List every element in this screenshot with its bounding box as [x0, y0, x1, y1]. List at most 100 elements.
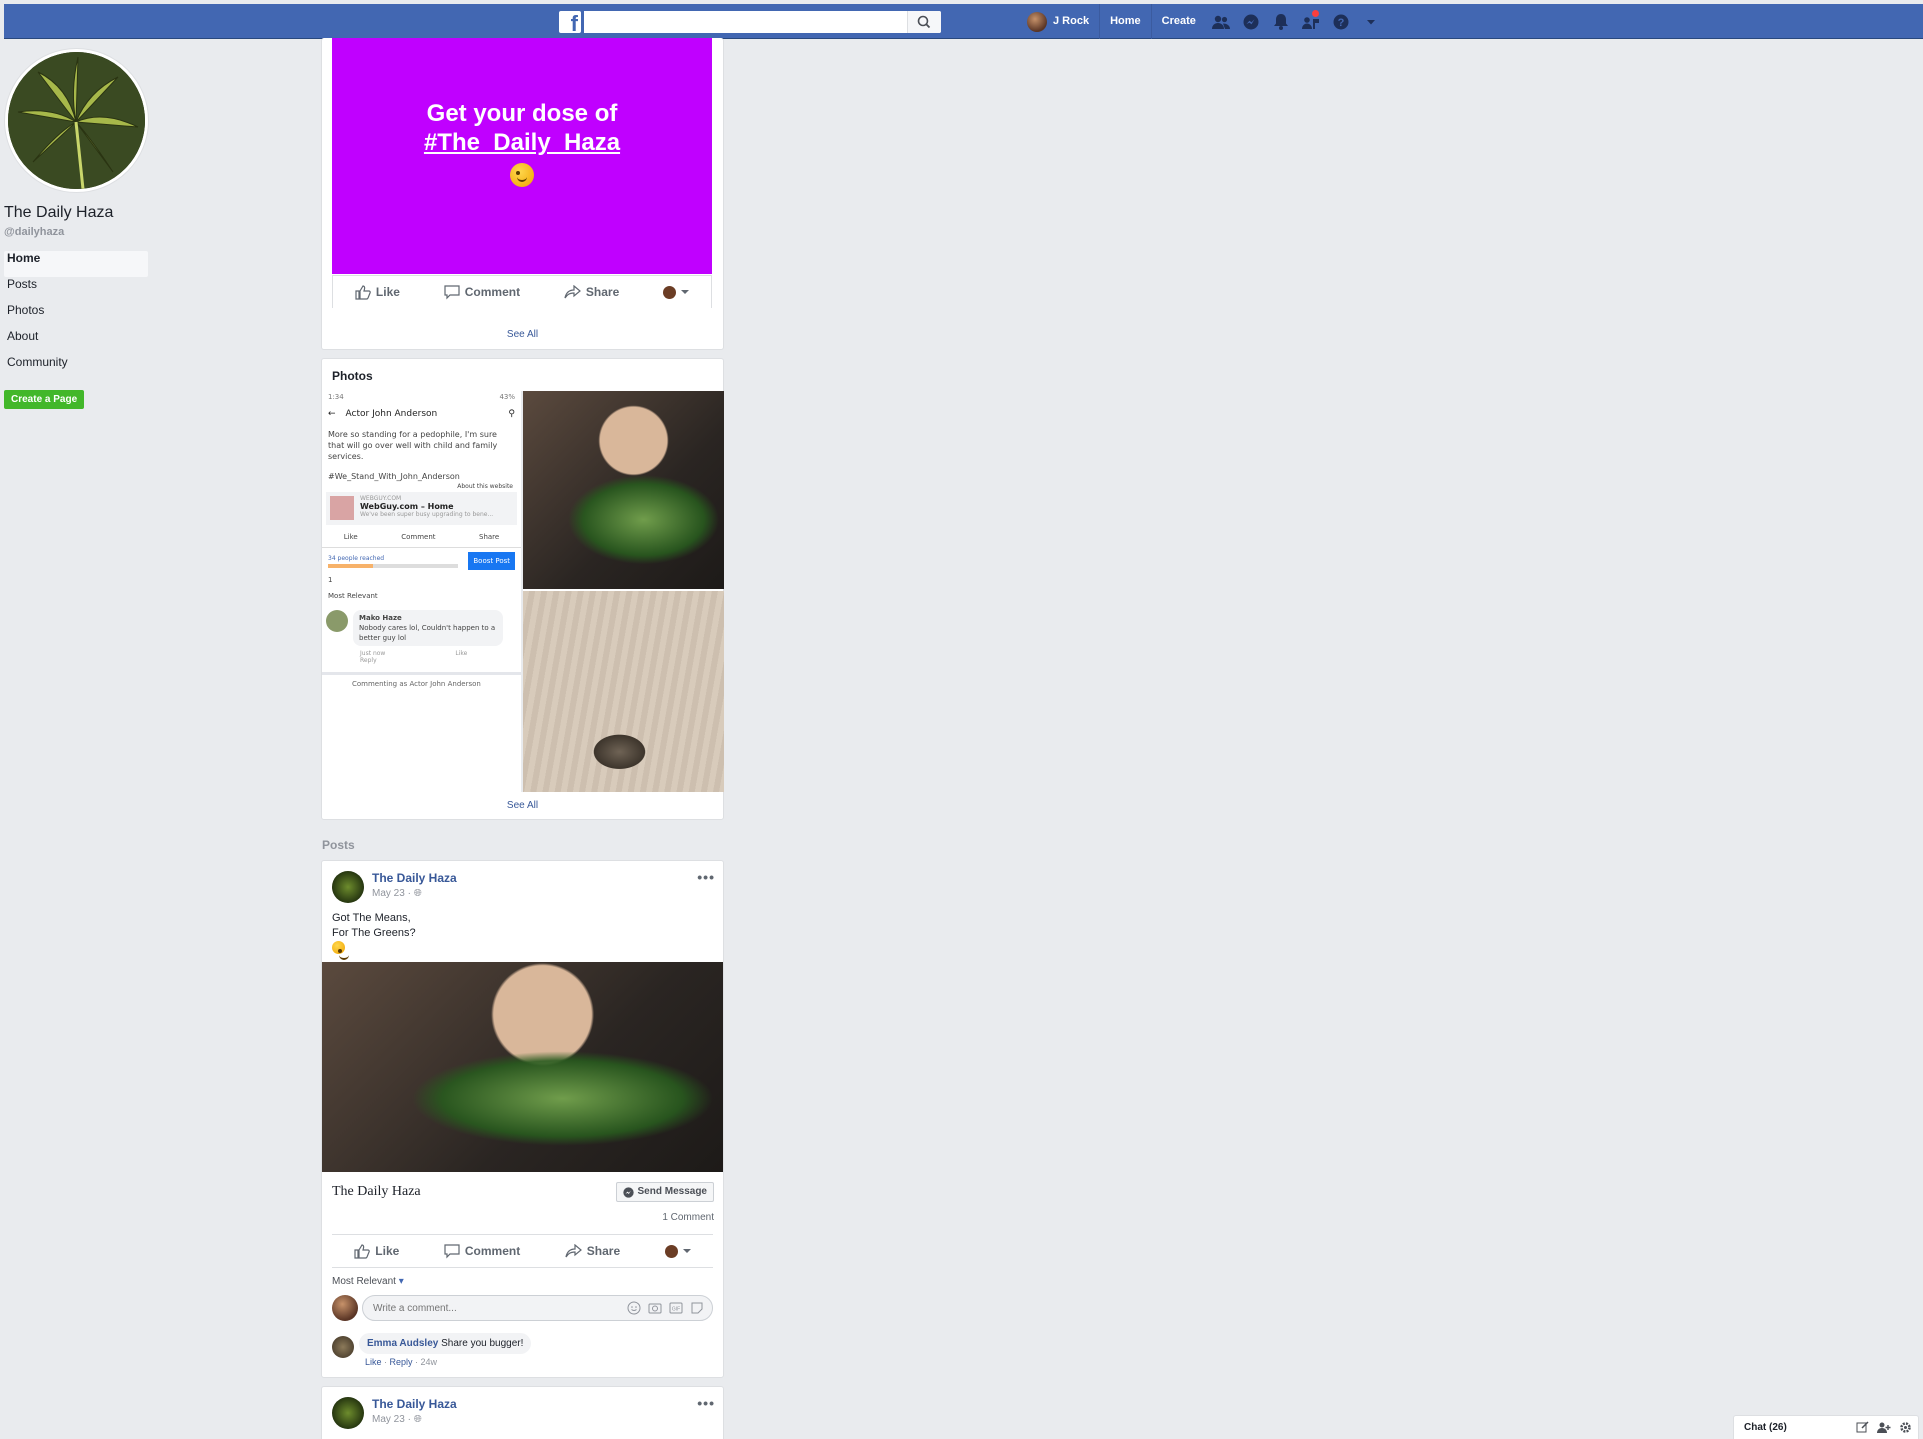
status-battery: 43%	[499, 393, 515, 401]
chat-label[interactable]: Chat (26)	[1744, 1422, 1787, 1433]
search-icon	[917, 15, 931, 29]
like-button[interactable]: Like	[355, 284, 400, 300]
comment-time[interactable]: 24w	[421, 1357, 438, 1367]
photos-see-all-link[interactable]: See All	[322, 800, 723, 811]
photos-card-title[interactable]: Photos	[332, 369, 373, 383]
caret-down-icon	[682, 1249, 691, 1253]
comment-button[interactable]: Comment	[444, 284, 521, 300]
post-options-button[interactable]: •••	[697, 1395, 715, 1411]
phone-link-preview: WEBGUY.COM WebGuy.com – Home We've been …	[326, 492, 517, 525]
post-header: The Daily Haza May 23 · 🌐︎	[332, 1397, 457, 1429]
send-message-button[interactable]: Send Message	[615, 1182, 714, 1202]
user-avatar[interactable]	[1027, 11, 1047, 32]
post-author-name[interactable]: The Daily Haza	[372, 1397, 457, 1411]
phone-like: Like	[343, 533, 358, 541]
post-link-title[interactable]: The Daily Haza	[332, 1184, 421, 1200]
post-text-line1: Got The Means,	[332, 912, 411, 924]
page-tools-button[interactable]	[1296, 4, 1326, 39]
account-menu-button[interactable]	[1356, 4, 1386, 39]
camera-icon[interactable]	[648, 1301, 662, 1315]
friends-icon	[1211, 15, 1230, 29]
page-sidebar-nav: Home Posts Photos About Community	[4, 251, 148, 381]
wink-emoji-icon	[510, 163, 534, 187]
post-action-bar: Like Comment Share	[332, 1234, 713, 1268]
bell-icon	[1273, 14, 1288, 30]
sidebar-item-home[interactable]: Home	[4, 251, 148, 277]
comment-bubble: Emma Audsley Share you bugger!	[359, 1333, 532, 1354]
post-as-selector[interactable]	[663, 285, 690, 299]
phone-boost-button: Boost Post	[468, 552, 515, 570]
sidebar-item-posts[interactable]: Posts	[4, 277, 148, 303]
create-link[interactable]: Create	[1152, 4, 1206, 39]
phone-about-website: About this website	[457, 483, 513, 490]
home-link[interactable]: Home	[1100, 4, 1152, 39]
post-author-avatar[interactable]	[332, 871, 364, 903]
like-button[interactable]: Like	[354, 1243, 399, 1259]
notifications-button[interactable]	[1266, 4, 1296, 39]
question-icon: ?	[1333, 14, 1349, 29]
sidebar-item-photos[interactable]: Photos	[4, 303, 148, 329]
most-relevant-dropdown[interactable]: Most Relevant ▾	[332, 1276, 404, 1287]
share-button[interactable]: Share	[565, 1244, 620, 1258]
comment-icon	[444, 284, 460, 299]
post-author-avatar[interactable]	[332, 1397, 364, 1429]
composer-avatar	[332, 1295, 358, 1321]
friend-requests-button[interactable]	[1206, 4, 1236, 39]
sidebar-item-community[interactable]: Community	[4, 355, 148, 381]
post-timestamp[interactable]: May 23 · 🌐︎	[372, 888, 457, 899]
create-page-button[interactable]: Create a Page	[4, 390, 85, 409]
commenter-name[interactable]: Emma Audsley	[367, 1338, 438, 1349]
phone-comment: Comment	[401, 533, 436, 541]
post-options-button[interactable]: •••	[697, 869, 715, 885]
see-all-link[interactable]: See All	[322, 329, 723, 340]
help-button[interactable]: ?	[1326, 4, 1356, 39]
comment-input[interactable]	[363, 1296, 603, 1320]
caret-down-icon: ▾	[398, 1276, 404, 1287]
post-as-selector[interactable]	[664, 1244, 691, 1258]
phone-hashtag: #We_Stand_With_John_Anderson	[328, 472, 460, 481]
promo-image[interactable]: Get your dose of #The_Daily_Haza	[332, 38, 712, 274]
page-username[interactable]: @dailyhaza	[4, 226, 64, 238]
gear-icon[interactable]	[1899, 1421, 1912, 1434]
globe-icon: 🌐︎	[413, 888, 422, 899]
facebook-logo-icon[interactable]: f	[559, 11, 581, 33]
new-group-icon[interactable]	[1877, 1421, 1891, 1434]
chat-bar[interactable]: Chat (26)	[1733, 1415, 1919, 1439]
commenter-avatar[interactable]	[332, 1336, 354, 1358]
sticker-icon[interactable]	[690, 1301, 704, 1315]
promo-hashtag-link[interactable]: #The_Daily_Haza	[332, 129, 712, 157]
comment-count[interactable]: 1 Comment	[662, 1212, 714, 1223]
caret-down-icon	[1366, 19, 1375, 24]
post-author-name[interactable]: The Daily Haza	[372, 871, 457, 885]
phone-page-header: ← Actor John Anderson ⚲	[322, 403, 521, 425]
profile-link[interactable]: J Rock	[1053, 4, 1101, 39]
comment-label: Comment	[464, 1244, 521, 1258]
messenger-icon	[1243, 14, 1259, 29]
search-input[interactable]	[584, 11, 904, 33]
photo-thumbnail-weed-bag[interactable]	[523, 391, 724, 589]
comment-reply-link[interactable]: Reply	[390, 1357, 413, 1367]
phone-comment-reply: Reply	[360, 657, 377, 664]
comment-label: Comment	[464, 285, 521, 299]
sidebar-item-about[interactable]: About	[4, 329, 148, 355]
messenger-icon	[622, 1186, 634, 1198]
page-profile-picture[interactable]	[5, 49, 148, 192]
messenger-button[interactable]	[1236, 4, 1266, 39]
emoji-icon[interactable]	[627, 1301, 641, 1315]
status-time: 1:34	[328, 393, 344, 401]
search-button[interactable]	[907, 11, 941, 33]
share-button[interactable]: Share	[564, 285, 619, 299]
share-label: Share	[585, 285, 620, 299]
new-message-icon[interactable]	[1856, 1421, 1869, 1434]
post-photo[interactable]	[322, 962, 723, 1172]
photo-thumbnail-nug[interactable]	[523, 591, 724, 792]
phone-action-bar: Like Comment Share	[322, 527, 521, 548]
post-timestamp[interactable]: May 23 · 🌐︎	[372, 1414, 457, 1425]
photo-thumbnail-screenshot[interactable]: 1:34 43% ← Actor John Anderson ⚲ More so…	[322, 391, 523, 792]
cannabis-leaf-icon	[8, 52, 145, 189]
comment-like-link[interactable]: Like	[365, 1357, 382, 1367]
phone-comment-row: Mako Haze Nobody cares lol, Couldn't hap…	[322, 606, 521, 650]
comment-button[interactable]: Comment	[444, 1243, 521, 1259]
gif-icon[interactable]: GIF	[669, 1301, 683, 1315]
globe-icon: 🌐︎	[413, 1414, 422, 1425]
